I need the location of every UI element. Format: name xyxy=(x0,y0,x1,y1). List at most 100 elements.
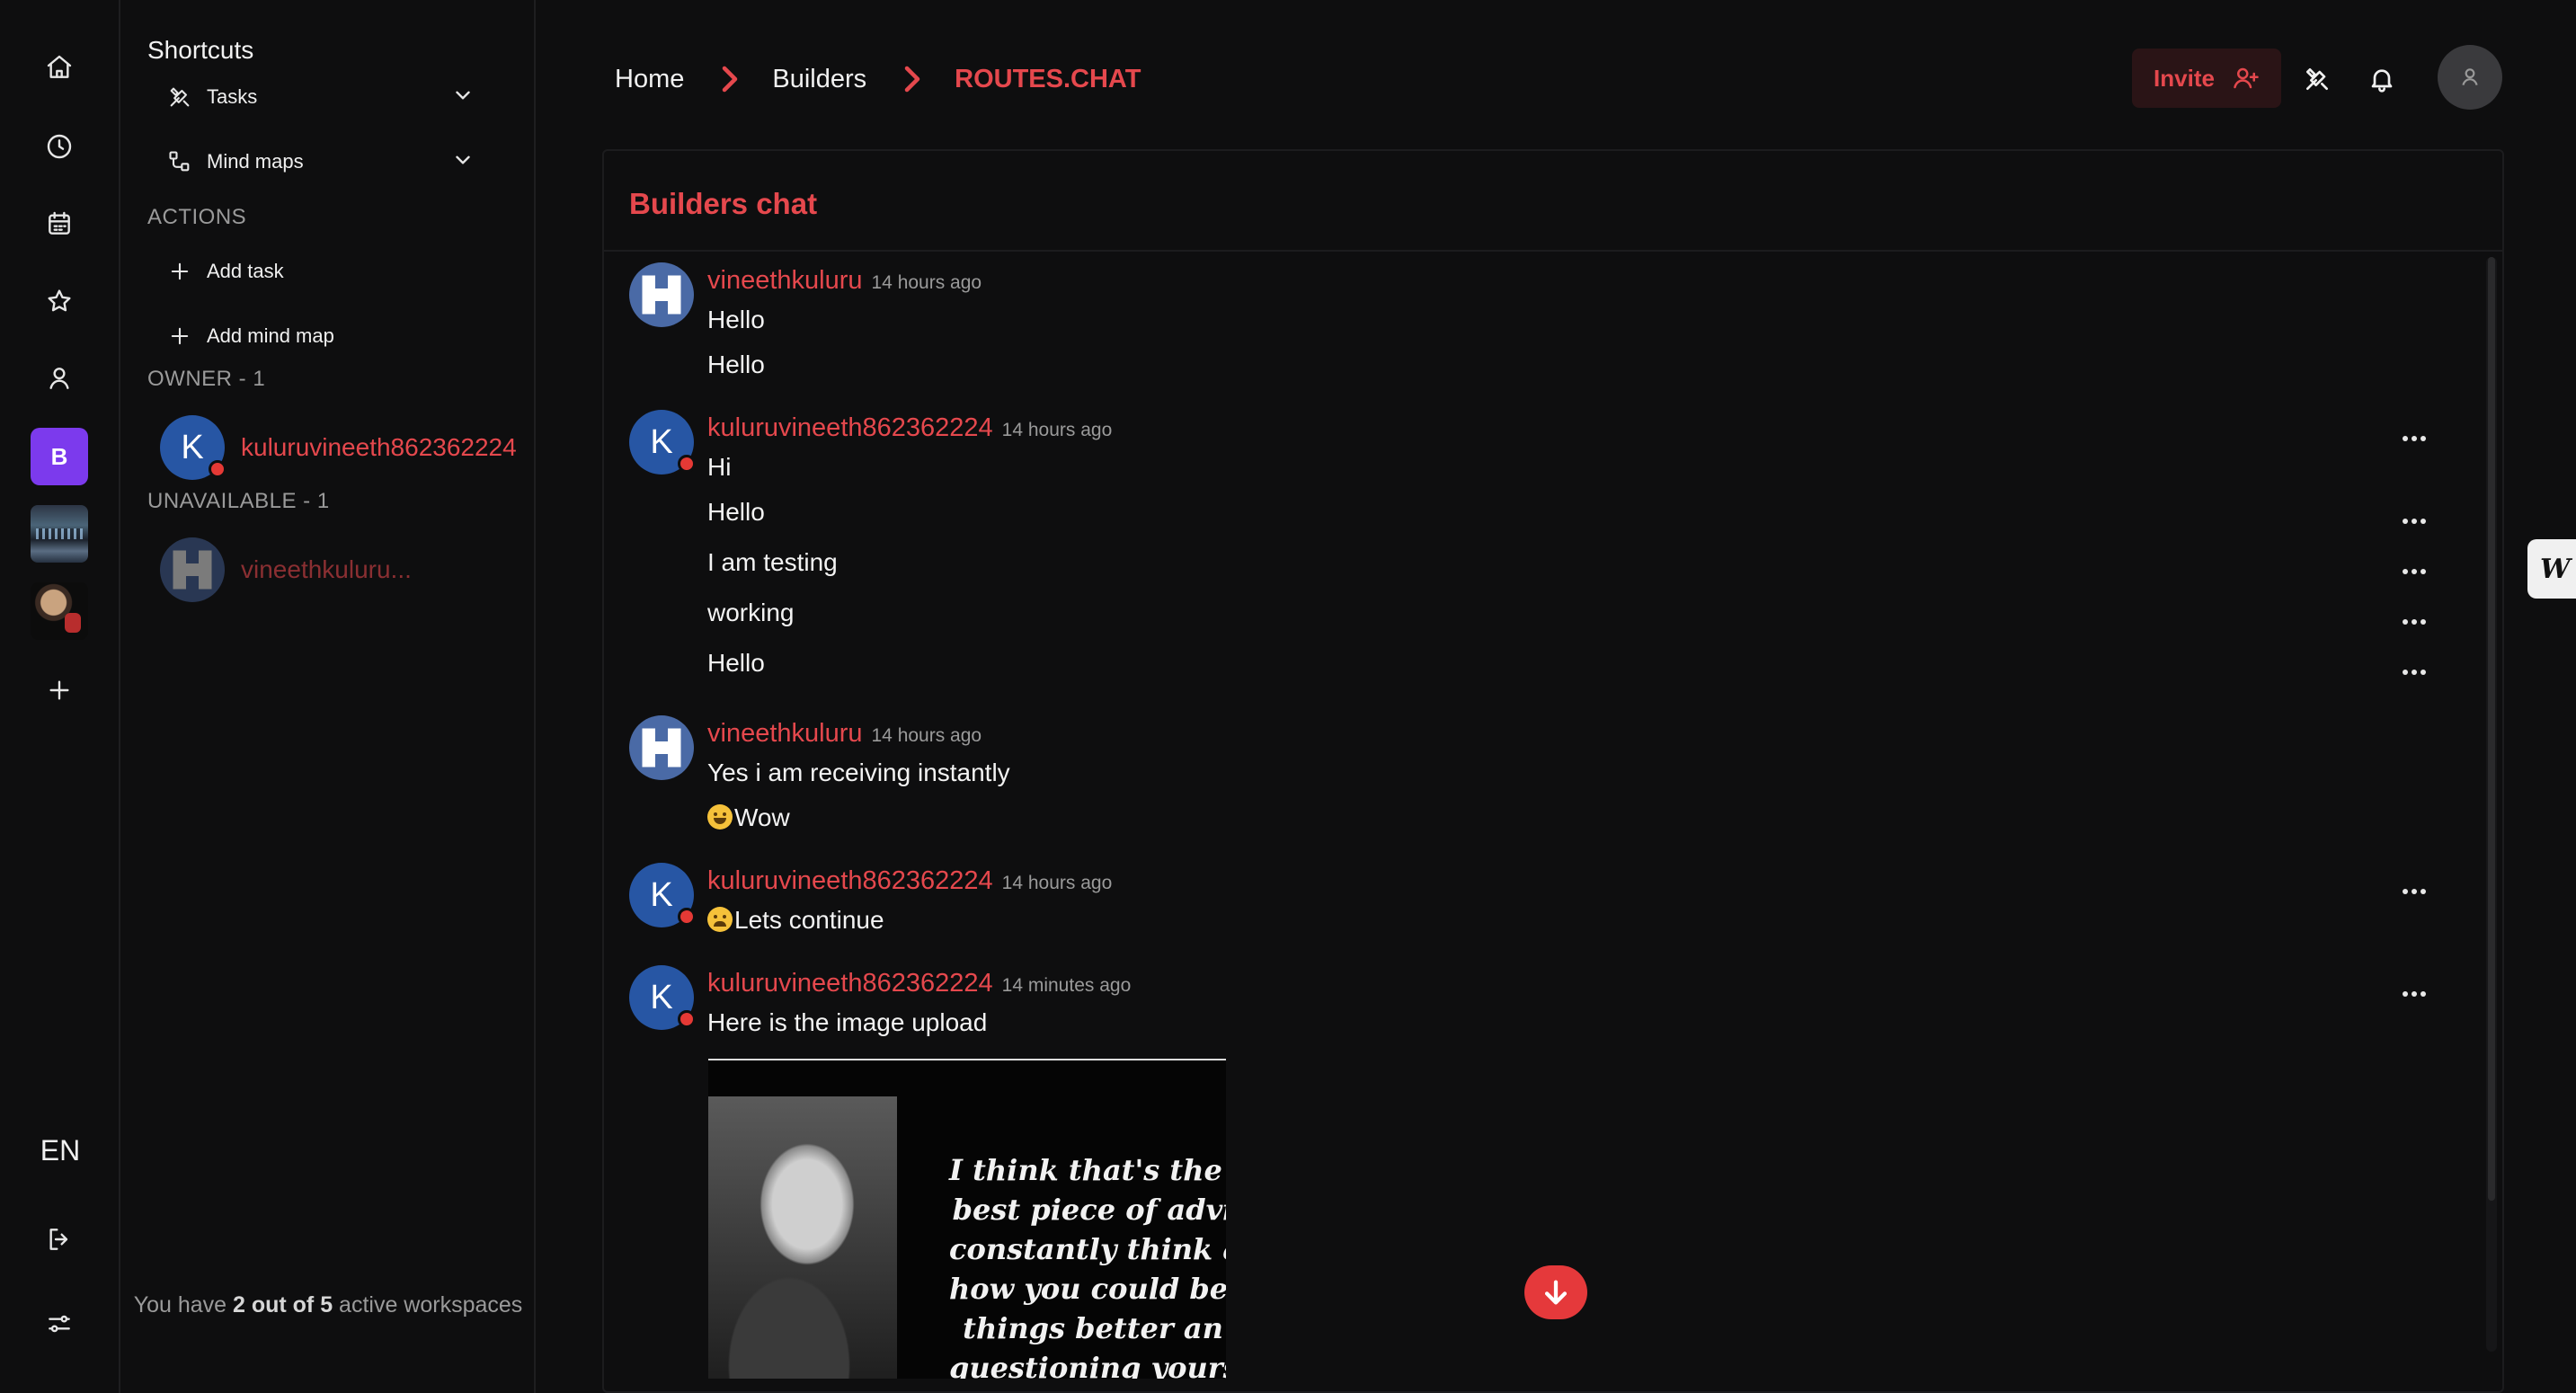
chat-panel: Builders chat vineethkuluru 14 hours ago… xyxy=(602,149,2504,1393)
message-text: Lets continue xyxy=(734,906,884,934)
add-workspace-icon[interactable] xyxy=(30,661,89,720)
shortcut-label: Tasks xyxy=(207,85,258,108)
quote-line: constantly think al xyxy=(949,1232,1226,1266)
breadcrumb: Home Builders ROUTES.CHAT xyxy=(615,59,1141,99)
shortcut-tasks[interactable]: Tasks xyxy=(165,70,525,124)
message-timestamp: 14 hours ago xyxy=(1001,873,1113,893)
shortcuts-heading: Shortcuts xyxy=(147,36,254,64)
quote-line: how you could be d xyxy=(949,1272,1226,1306)
avatar[interactable]: K xyxy=(629,863,696,927)
message-text: Hi xyxy=(707,453,732,481)
settings-sliders-icon[interactable] xyxy=(30,1294,89,1353)
member-name: vineethkuluru... xyxy=(241,555,412,583)
language-switcher[interactable]: EN xyxy=(0,1134,120,1167)
message-text-emoji: Wow xyxy=(707,803,790,832)
message-header: kuluruvineeth862362224 14 hours ago xyxy=(707,413,1112,443)
note-suffix: active workspaces xyxy=(333,1292,523,1318)
workspace-builders[interactable]: B xyxy=(31,428,88,485)
message-text: Here is the image upload xyxy=(707,1008,988,1036)
breadcrumb-home[interactable]: Home xyxy=(615,65,684,94)
owner-heading: OWNER - 1 xyxy=(147,367,266,391)
message-username[interactable]: vineethkuluru xyxy=(707,719,863,749)
icon-rail: B EN xyxy=(0,0,120,1393)
message-text: Hello xyxy=(707,649,765,677)
status-dot xyxy=(678,908,696,926)
message-header: vineethkuluru 14 hours ago xyxy=(707,719,982,749)
clock-icon[interactable] xyxy=(30,117,89,176)
quote-line: questioning yours xyxy=(949,1351,1226,1379)
tools-icon[interactable] xyxy=(2297,59,2337,99)
avatar[interactable]: K xyxy=(629,410,696,475)
quote-line: I think that's the si xyxy=(949,1153,1226,1187)
message-username[interactable]: vineethkuluru xyxy=(707,266,863,296)
more-options-icon[interactable] xyxy=(2396,983,2432,1005)
portrait-photo xyxy=(708,1096,897,1379)
add-task-button[interactable]: Add task xyxy=(165,244,525,298)
status-dot xyxy=(209,460,227,478)
message-text: Wow xyxy=(734,803,790,831)
message-text: working xyxy=(707,599,795,626)
logout-icon[interactable] xyxy=(30,1210,89,1269)
avatar-initial: K xyxy=(650,422,673,461)
message-header: kuluruvineeth862362224 14 hours ago xyxy=(707,866,1112,896)
more-options-icon[interactable] xyxy=(2396,611,2432,633)
invite-label: Invite xyxy=(2154,64,2215,92)
chevron-right-icon xyxy=(902,66,922,93)
uploaded-image[interactable]: I think that's the si best piece of advi… xyxy=(708,1059,1226,1379)
invite-button[interactable]: Invite xyxy=(2132,49,2281,108)
message-header: kuluruvineeth862362224 14 minutes ago xyxy=(707,969,1131,998)
breadcrumb-builders[interactable]: Builders xyxy=(772,65,866,94)
message-text: Hello xyxy=(707,306,765,333)
user-plus-icon xyxy=(2234,67,2259,89)
more-options-icon[interactable] xyxy=(2396,510,2432,532)
more-options-icon[interactable] xyxy=(2396,428,2432,449)
note-count: 2 out of 5 xyxy=(232,1292,333,1318)
chevron-down-icon[interactable] xyxy=(451,84,478,111)
bell-icon[interactable] xyxy=(2362,59,2402,99)
shortcut-mind-maps[interactable]: Mind maps xyxy=(165,135,525,189)
arrow-down-icon xyxy=(1544,1280,1568,1305)
workspace-city-thumbnail[interactable] xyxy=(31,505,88,563)
status-dot xyxy=(678,455,696,473)
home-icon[interactable] xyxy=(30,38,89,97)
message-header: vineethkuluru 14 hours ago xyxy=(707,266,982,296)
status-dot xyxy=(678,1010,696,1028)
plus-icon xyxy=(165,257,194,286)
member-owner[interactable]: K kuluruvineeth862362224 xyxy=(160,412,537,484)
side-widget-tab[interactable]: W xyxy=(2527,539,2576,599)
mindmap-icon xyxy=(165,147,194,176)
scroll-to-bottom-button[interactable] xyxy=(1524,1265,1587,1319)
avatar-initial: K xyxy=(181,428,204,466)
avatar-initial: K xyxy=(650,978,673,1016)
user-icon xyxy=(2462,68,2478,85)
workspace-portrait-thumbnail[interactable] xyxy=(31,582,88,640)
shortcut-label: Mind maps xyxy=(207,150,304,173)
chat-divider xyxy=(604,250,2502,252)
chat-title: Builders chat xyxy=(629,187,818,220)
workspaces-note: You have 2 out of 5 active workspaces xyxy=(120,1289,536,1321)
scrollbar-thumb[interactable] xyxy=(2488,257,2495,1201)
message-text: Hello xyxy=(707,498,765,526)
member-unavailable[interactable]: vineethkuluru... xyxy=(160,534,537,606)
message-username[interactable]: kuluruvineeth862362224 xyxy=(707,969,993,998)
message-username[interactable]: kuluruvineeth862362224 xyxy=(707,413,993,443)
avatar-initial: K xyxy=(650,875,673,914)
profile-avatar-button[interactable] xyxy=(2438,45,2502,110)
more-options-icon[interactable] xyxy=(2396,561,2432,582)
message-timestamp: 14 minutes ago xyxy=(1001,975,1132,996)
user-icon[interactable] xyxy=(30,349,89,408)
calendar-icon[interactable] xyxy=(30,194,89,253)
grinning-emoji-icon xyxy=(707,804,733,830)
add-mind-map-button[interactable]: Add mind map xyxy=(165,309,525,363)
identicon-avatar[interactable] xyxy=(629,715,694,780)
more-options-icon[interactable] xyxy=(2396,881,2432,902)
workspace-sidebar: Shortcuts Tasks Mind maps ACTIONS Add ta… xyxy=(120,0,536,1393)
chevron-down-icon[interactable] xyxy=(451,148,478,175)
message-username[interactable]: kuluruvineeth862362224 xyxy=(707,866,993,896)
breadcrumb-current: ROUTES.CHAT xyxy=(955,64,1141,93)
avatar[interactable]: K xyxy=(629,965,696,1030)
more-options-icon[interactable] xyxy=(2396,661,2432,683)
identicon-avatar[interactable] xyxy=(629,262,694,327)
star-icon[interactable] xyxy=(30,271,89,331)
message-text: Hello xyxy=(707,350,765,378)
